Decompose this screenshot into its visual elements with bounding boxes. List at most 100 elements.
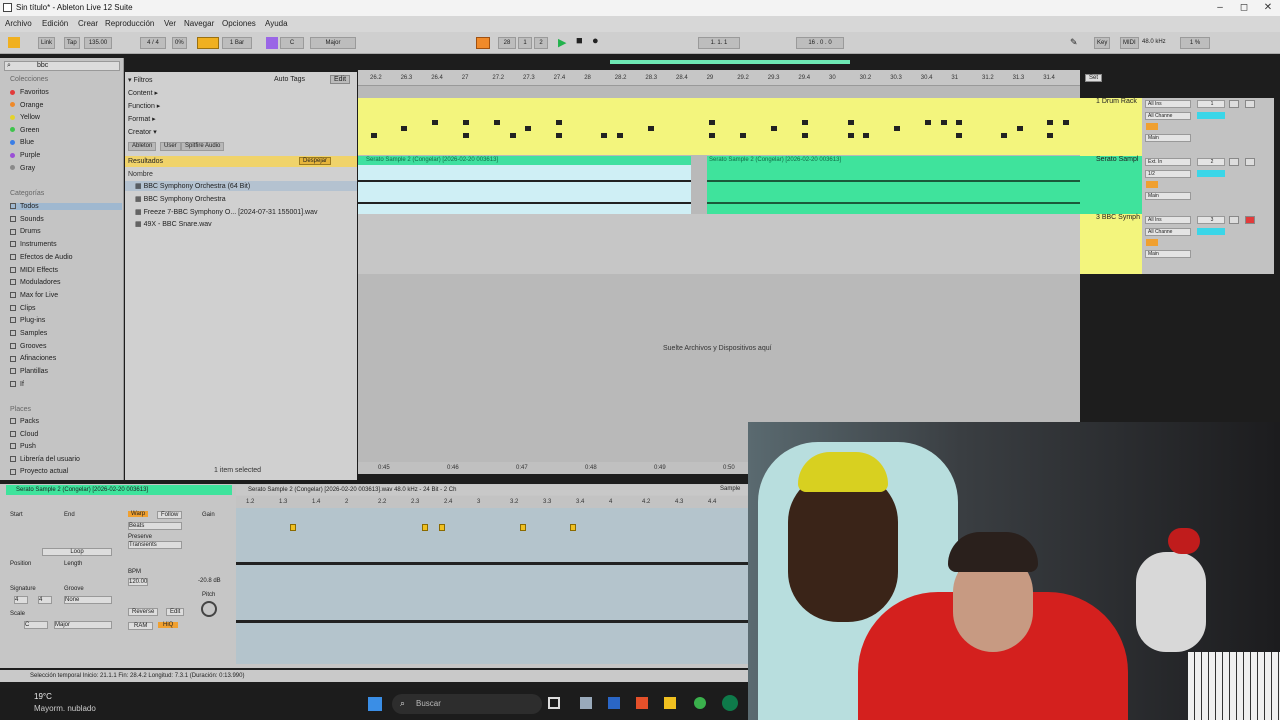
track2-header[interactable]: Serato Sampl: [1080, 156, 1142, 214]
channel-select[interactable]: All Channe: [1145, 112, 1191, 120]
arm-button[interactable]: [1245, 100, 1255, 108]
place-item[interactable]: Librería del usuario: [10, 456, 80, 463]
search-box[interactable]: ⌕ bbc: [4, 61, 120, 71]
menu-crear[interactable]: Crear: [78, 19, 98, 28]
menu-opciones[interactable]: Opciones: [222, 19, 256, 28]
input-select[interactable]: Ext. In: [1145, 158, 1191, 166]
collection-item[interactable]: Green: [10, 127, 39, 134]
category-item[interactable]: Plantillas: [10, 368, 48, 375]
arm-button[interactable]: [1245, 158, 1255, 166]
quantize-menu[interactable]: 1 Bar: [222, 37, 252, 49]
result-item[interactable]: ▦ 49X - BBC Snare.wav: [135, 220, 212, 228]
midi-note[interactable]: [494, 120, 500, 125]
scale-key-select[interactable]: C: [24, 621, 48, 629]
midi-note[interactable]: [941, 120, 947, 125]
midi-note[interactable]: [709, 133, 715, 138]
category-item[interactable]: Afinaciones: [10, 355, 56, 362]
taskbar-search[interactable]: ⌕ Buscar: [392, 694, 542, 714]
audio-clip-a[interactable]: Serato Sample 2 (Congelar) [2026-02-20 0…: [358, 156, 691, 214]
volume-field[interactable]: [1197, 170, 1225, 177]
collection-item[interactable]: Yellow: [10, 114, 40, 121]
app-icon[interactable]: [580, 697, 592, 709]
search-input[interactable]: bbc: [37, 62, 48, 69]
midi-note[interactable]: [463, 120, 469, 125]
place-item[interactable]: Push: [10, 443, 36, 450]
midi-note[interactable]: [740, 133, 746, 138]
arrangement-position[interactable]: 1. 1. 1: [698, 37, 740, 49]
channel-select[interactable]: All Channe: [1145, 228, 1191, 236]
midi-note[interactable]: [432, 120, 438, 125]
tag-ableton[interactable]: Ableton: [128, 142, 157, 151]
audio-clip-b[interactable]: Serato Sample 2 (Congelar) [2026-02-20 0…: [707, 156, 1080, 214]
set-button[interactable]: Set: [1085, 74, 1103, 82]
output-select[interactable]: Main: [1145, 250, 1191, 258]
weather-temp[interactable]: 19°C: [34, 692, 52, 701]
midi-note[interactable]: [848, 133, 854, 138]
midi-note[interactable]: [894, 126, 900, 131]
menu-ver[interactable]: Ver: [164, 19, 176, 28]
collection-item[interactable]: Orange: [10, 102, 43, 109]
volume-field[interactable]: [1197, 228, 1225, 235]
channel-select[interactable]: 1/2: [1145, 170, 1191, 178]
place-item[interactable]: Cloud: [10, 431, 38, 438]
auto-button[interactable]: [1146, 181, 1158, 188]
play-button[interactable]: ▶: [558, 36, 566, 49]
midi-note[interactable]: [1063, 120, 1069, 125]
key-select[interactable]: C: [280, 37, 304, 49]
warp-marker[interactable]: [439, 524, 445, 531]
midi-note[interactable]: [848, 120, 854, 125]
solo-button[interactable]: [1229, 158, 1239, 166]
track1-lane[interactable]: [358, 98, 1080, 155]
collection-item[interactable]: Gray: [10, 165, 35, 172]
app-icon[interactable]: [722, 695, 738, 711]
midi-note[interactable]: [1001, 133, 1007, 138]
track-number[interactable]: 1: [1197, 100, 1225, 108]
position-bar[interactable]: 28: [498, 37, 516, 49]
midi-note[interactable]: [556, 120, 562, 125]
close-button[interactable]: ✕: [1256, 1, 1280, 15]
arrangement-record-button[interactable]: [476, 37, 490, 49]
category-item[interactable]: Grooves: [10, 343, 46, 350]
category-item[interactable]: Samples: [10, 330, 47, 337]
category-item[interactable]: Instruments: [10, 241, 57, 248]
midi-note[interactable]: [802, 133, 808, 138]
result-item[interactable]: ▦ BBC Symphony Orchestra (64 Bit): [135, 182, 250, 190]
collection-item[interactable]: Favoritos: [10, 89, 49, 96]
filter-creator[interactable]: Creator ▾: [128, 128, 157, 136]
draw-mode-icon[interactable]: ✎: [1070, 37, 1078, 48]
minimize-button[interactable]: –: [1208, 1, 1232, 15]
time-signature-field[interactable]: 4 / 4: [140, 37, 166, 49]
filters-toggle[interactable]: ▾ Filtros: [128, 76, 153, 84]
warp-marker[interactable]: [570, 524, 576, 531]
input-select[interactable]: All Ins: [1145, 100, 1191, 108]
midi-note[interactable]: [802, 120, 808, 125]
warp-marker[interactable]: [422, 524, 428, 531]
clear-button[interactable]: Despejar: [299, 157, 332, 165]
filter-content[interactable]: Content ▸: [128, 89, 158, 97]
transients-select[interactable]: Transients: [128, 541, 182, 549]
follow-button[interactable]: Follow: [157, 511, 183, 519]
warp-button[interactable]: Warp: [128, 511, 149, 517]
ram-button[interactable]: RAM: [128, 622, 154, 630]
output-select[interactable]: Main: [1145, 192, 1191, 200]
category-item[interactable]: Clips: [10, 305, 36, 312]
folder-icon[interactable]: [664, 697, 676, 709]
category-item[interactable]: Plug-ins: [10, 317, 45, 324]
midi-note[interactable]: [956, 133, 962, 138]
midi-note[interactable]: [463, 133, 469, 138]
track3-lane[interactable]: [358, 214, 1080, 274]
category-item[interactable]: MIDI Effects: [10, 267, 58, 274]
tap-button[interactable]: Tap: [64, 37, 80, 49]
category-item[interactable]: If: [10, 381, 24, 388]
windows-start-icon[interactable]: [368, 697, 382, 711]
arm-button[interactable]: [1245, 216, 1255, 224]
record-button[interactable]: ●: [592, 35, 599, 47]
midi-note[interactable]: [771, 126, 777, 131]
midi-note[interactable]: [709, 120, 715, 125]
hiq-button[interactable]: HiQ: [158, 622, 179, 628]
name-column-header[interactable]: Nombre: [128, 171, 153, 178]
track-number[interactable]: 3: [1197, 216, 1225, 224]
solo-button[interactable]: [1229, 216, 1239, 224]
clip-title[interactable]: Serato Sample 2 (Congelar) [2026-02-20 0…: [6, 485, 232, 495]
metronome-button[interactable]: [197, 37, 219, 49]
